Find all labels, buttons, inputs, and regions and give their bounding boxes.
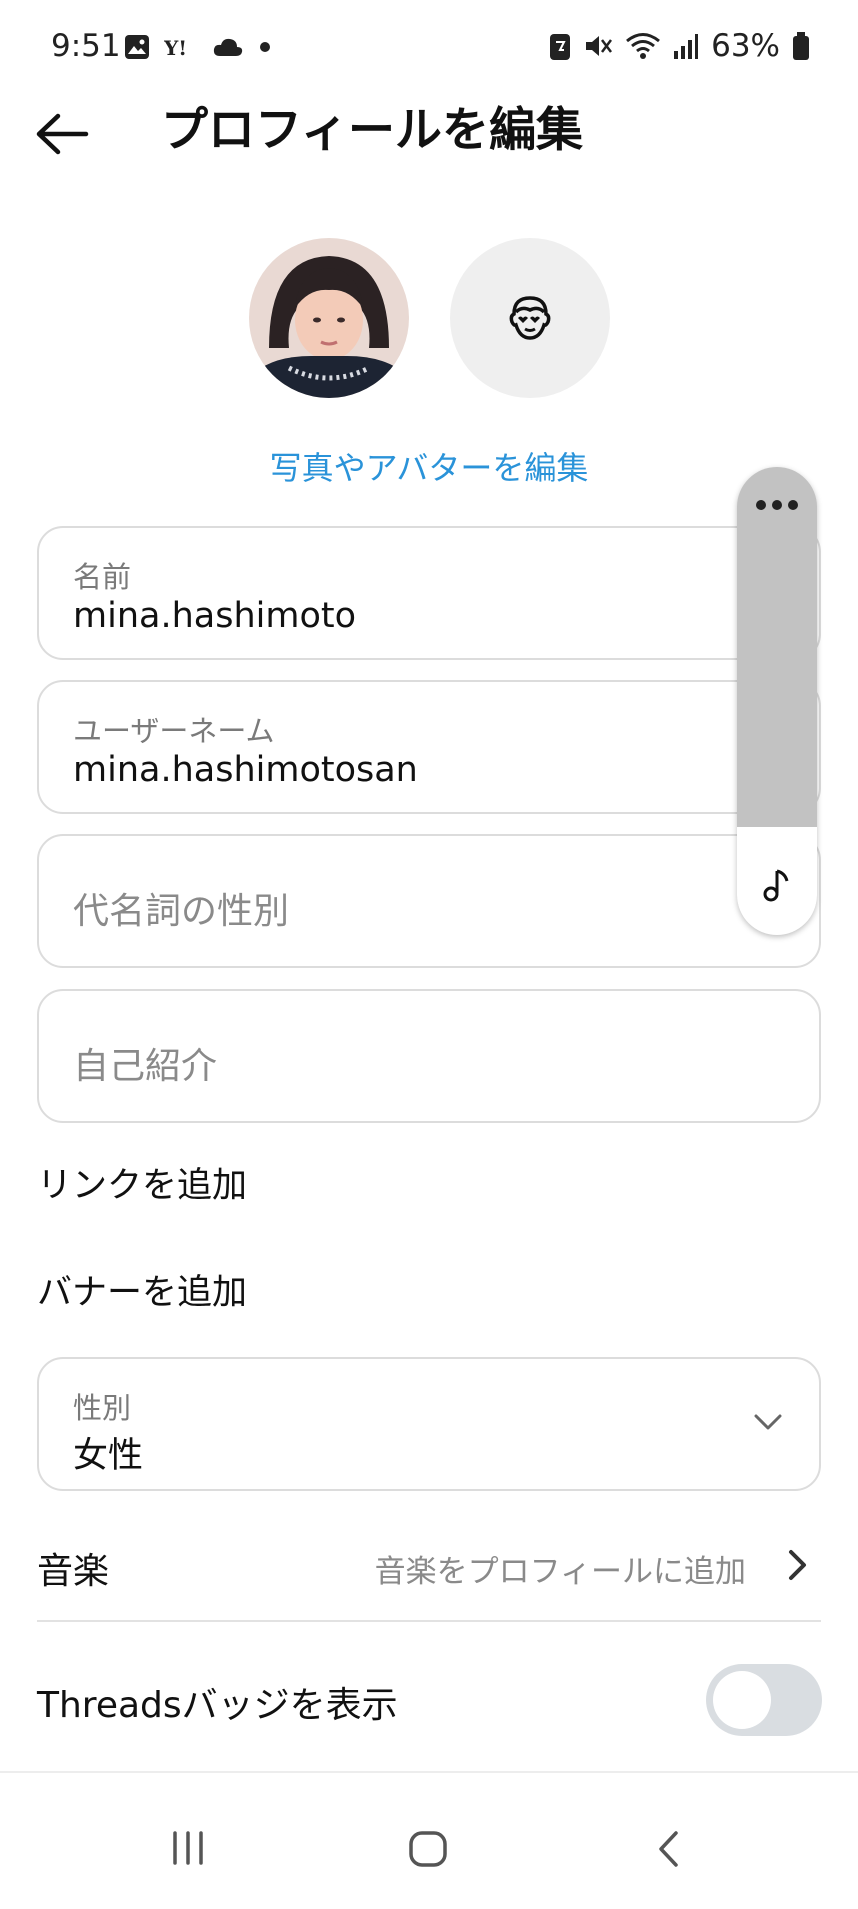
back-button[interactable]	[34, 112, 90, 156]
status-bar: 9:51 Y! 63%	[0, 0, 858, 100]
username-field[interactable]: ユーザーネーム mina.hashimotosan	[37, 680, 821, 814]
name-field-label: 名前	[73, 560, 132, 594]
username-field-value[interactable]: mina.hashimotosan	[73, 750, 418, 790]
signal-icon	[674, 34, 699, 59]
chevron-down-icon	[754, 1414, 782, 1430]
nfc-icon	[550, 34, 571, 60]
gender-field-label: 性別	[73, 1391, 132, 1425]
back-nav-icon[interactable]	[656, 1830, 682, 1868]
profile-photo[interactable]	[249, 238, 409, 398]
back-arrow-icon	[36, 113, 89, 155]
avatar-face-icon	[509, 296, 551, 340]
threads-badge-toggle[interactable]	[706, 1664, 822, 1736]
status-left-icons: Y!	[124, 34, 272, 60]
floating-panel-footer[interactable]	[737, 827, 817, 935]
page-title: プロフィールを編集	[161, 103, 584, 158]
gender-field-value: 女性	[73, 1436, 144, 1476]
battery-icon	[793, 32, 809, 60]
mute-icon	[586, 36, 613, 56]
bio-field[interactable]: 自己紹介	[37, 989, 821, 1123]
cloud-icon	[213, 38, 243, 56]
name-field-value[interactable]: mina.hashimoto	[73, 596, 356, 636]
threads-badge-label: Threadsバッジを表示	[37, 1685, 398, 1726]
avatar-editor-button[interactable]	[450, 238, 610, 398]
status-right-icons: 63%	[549, 28, 810, 64]
floating-side-panel[interactable]	[737, 467, 817, 935]
svg-text:Y!: Y!	[164, 36, 187, 59]
recents-icon[interactable]	[170, 1830, 206, 1866]
pronouns-placeholder: 代名詞の性別	[73, 891, 290, 932]
divider	[37, 1620, 821, 1622]
bio-placeholder: 自己紹介	[73, 1046, 218, 1087]
music-label: 音楽	[37, 1551, 110, 1592]
more-dots-icon[interactable]	[755, 499, 799, 511]
wifi-icon	[626, 33, 661, 59]
gender-select[interactable]: 性別 女性	[37, 1357, 821, 1491]
music-hint: 音楽をプロフィールに追加	[374, 1554, 746, 1590]
profile-photo-image	[249, 238, 409, 398]
yahoo-icon: Y!	[164, 36, 187, 59]
name-field[interactable]: 名前 mina.hashimoto	[37, 526, 821, 660]
music-row[interactable]: 音楽 音楽をプロフィールに追加	[37, 1536, 821, 1598]
battery-percent: 63%	[711, 28, 780, 64]
chevron-right-icon	[789, 1550, 806, 1580]
username-field-label: ユーザーネーム	[73, 714, 275, 748]
music-note-icon	[763, 869, 789, 902]
home-icon[interactable]	[408, 1830, 448, 1868]
add-banner-button[interactable]: バナーを追加	[37, 1264, 247, 1315]
toggle-knob	[713, 1671, 771, 1729]
edit-photo-avatar-link[interactable]: 写真やアバターを編集	[0, 443, 858, 489]
status-time: 9:51	[51, 28, 121, 64]
dot-icon	[260, 42, 270, 52]
pronouns-field[interactable]: 代名詞の性別	[37, 834, 821, 968]
add-link-button[interactable]: リンクを追加	[37, 1157, 247, 1208]
gallery-icon	[125, 35, 149, 59]
